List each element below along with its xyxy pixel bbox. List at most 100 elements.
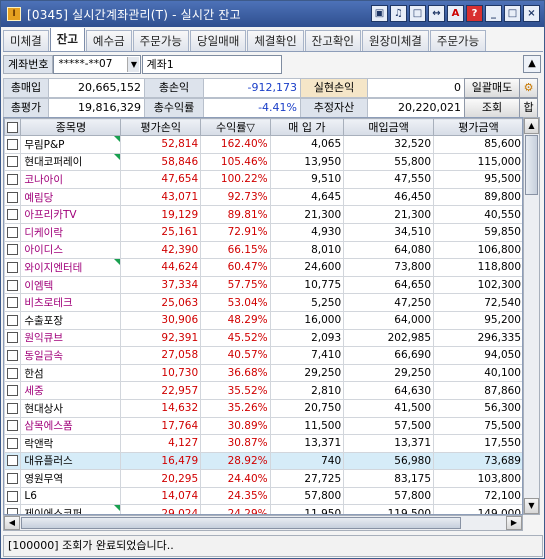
table-row[interactable]: 세중 22,957 35.52% 2,810 64,630 87,860 xyxy=(4,381,522,400)
table-row[interactable]: 현대코퍼레이 58,846 105.46% 13,950 55,800 115,000 xyxy=(4,152,522,172)
gear-icon[interactable]: ⚙ xyxy=(519,78,538,98)
table-row[interactable]: L6 14,074 24.35% 57,800 57,800 72,100 xyxy=(4,486,522,506)
select-all-checkbox[interactable] xyxy=(4,118,22,136)
tab-balance[interactable]: 잔고 xyxy=(49,28,85,51)
row-checkbox[interactable] xyxy=(4,222,22,242)
tab-orderable[interactable]: 주문가능 xyxy=(132,30,189,51)
table-row[interactable]: 영원무역 20,295 24.40% 27,725 83,175 103,800 xyxy=(4,469,522,488)
row-checkbox[interactable] xyxy=(4,469,22,488)
scroll-left-icon[interactable]: ◀ xyxy=(4,516,20,530)
sell-all-button[interactable]: 일괄매도 xyxy=(464,78,520,98)
table-row[interactable]: 이엠텍 37,334 57.75% 10,775 64,650 102,300 xyxy=(4,275,522,295)
row-checkbox[interactable] xyxy=(4,205,22,224)
profit-loss: 10,730 xyxy=(120,363,202,383)
row-checkbox[interactable] xyxy=(4,275,22,295)
summary-panel: 총매입 20,665,152 총손익 -912,173 실현손익 0 일괄매도 … xyxy=(3,78,543,118)
tab-unfilled[interactable]: 미체결 xyxy=(3,30,49,51)
tab-fill-check[interactable]: 체결확인 xyxy=(247,30,304,51)
return-rate: 92.73% xyxy=(200,187,271,207)
row-checkbox[interactable] xyxy=(4,486,22,506)
screen-icon[interactable]: □ xyxy=(409,5,426,22)
sum-button[interactable]: 합 xyxy=(519,98,538,118)
tab-daily-trade[interactable]: 당일매매 xyxy=(190,30,247,51)
row-checkbox[interactable] xyxy=(4,504,22,514)
table-row[interactable]: 원익큐브 92,391 45.52% 2,093 202,985 296,335 xyxy=(4,328,522,348)
vertical-scroll-thumb[interactable] xyxy=(525,135,538,195)
link-window-icon[interactable]: ▣ xyxy=(371,5,388,22)
table-row[interactable]: 코나아이 47,654 100.22% 9,510 47,550 95,500 xyxy=(4,170,522,189)
font-icon[interactable]: A xyxy=(447,5,464,22)
tab-ledger-unfilled[interactable]: 원장미체결 xyxy=(361,30,429,51)
query-button[interactable]: 조회 xyxy=(464,98,520,118)
tab-orderable-2[interactable]: 주문가능 xyxy=(429,30,487,51)
row-checkbox[interactable] xyxy=(4,293,22,312)
table-row[interactable]: 예림당 43,071 92.73% 4,645 46,450 89,800 xyxy=(4,187,522,207)
minimize-button[interactable]: _ xyxy=(485,5,502,22)
table-row[interactable]: 와이지엔터테 44,624 60.47% 24,600 73,800 118,800 xyxy=(4,258,522,277)
scroll-up-icon[interactable]: ▲ xyxy=(524,118,539,134)
table-row[interactable]: 락앤락 4,127 30.87% 13,371 13,371 17,550 xyxy=(4,434,522,453)
row-checkbox[interactable] xyxy=(4,346,22,365)
close-button[interactable]: × xyxy=(523,5,540,22)
row-checkbox[interactable] xyxy=(4,170,22,189)
col-pl[interactable]: 평가손익 xyxy=(120,118,202,136)
buy-amount: 64,630 xyxy=(343,381,435,400)
buy-amount: 64,650 xyxy=(343,275,435,295)
table-row[interactable]: 무림P&P 52,814 162.40% 4,065 32,520 85,600 xyxy=(4,135,522,154)
help-icon[interactable]: ? xyxy=(466,5,483,22)
buy-price: 24,600 xyxy=(269,258,345,277)
row-checkbox[interactable] xyxy=(4,240,22,260)
table-row[interactable]: 수출포장 30,906 48.29% 16,000 64,000 95,200 xyxy=(4,310,522,330)
col-buy-price[interactable]: 매 입 가 xyxy=(269,118,345,136)
row-checkbox[interactable] xyxy=(4,434,22,453)
total-pl-label: 총손익 xyxy=(144,78,204,98)
row-checkbox[interactable] xyxy=(4,363,22,383)
table-row[interactable]: 대유플러스 16,479 28.92% 740 56,980 73,689 xyxy=(4,451,522,471)
table-row[interactable]: 아프리카TV 19,129 89.81% 21,300 21,300 40,550 xyxy=(4,205,522,224)
col-eval-amount[interactable]: 평가금액 xyxy=(433,118,522,136)
col-rate[interactable]: 수익률▽ xyxy=(200,118,271,136)
row-checkbox[interactable] xyxy=(4,451,22,471)
vertical-scrollbar[interactable]: ▲ ▼ xyxy=(523,117,540,515)
row-checkbox[interactable] xyxy=(4,398,22,418)
col-name[interactable]: 종목명 xyxy=(20,118,122,136)
row-checkbox[interactable] xyxy=(4,187,22,207)
row-checkbox[interactable] xyxy=(4,328,22,348)
row-checkbox[interactable] xyxy=(4,381,22,400)
horizontal-scroll-thumb[interactable] xyxy=(21,517,461,529)
horizontal-scrollbar[interactable]: ◀ ▶ xyxy=(3,515,523,531)
buy-amount: 13,371 xyxy=(343,434,435,453)
scroll-right-icon[interactable]: ▶ xyxy=(506,516,522,530)
collapse-icon[interactable]: ▲ xyxy=(523,55,541,73)
return-rate: 24.29% xyxy=(200,504,271,514)
row-checkbox[interactable] xyxy=(4,258,22,277)
table-row[interactable]: 한섬 10,730 36.68% 29,250 29,250 40,100 xyxy=(4,363,522,383)
app-icon: I xyxy=(7,7,21,21)
row-checkbox[interactable] xyxy=(4,135,22,154)
tab-deposit[interactable]: 예수금 xyxy=(85,30,132,51)
eval-amount: 95,500 xyxy=(433,170,522,189)
buy-price: 21,300 xyxy=(269,205,345,224)
row-checkbox[interactable] xyxy=(4,416,22,436)
table-row[interactable]: 제이에스코퍼 29,024 24.29% 11,950 119,500 149,000 xyxy=(4,504,522,514)
row-checkbox[interactable] xyxy=(4,152,22,172)
table-row[interactable]: 동일금속 27,058 40.57% 7,410 66,690 94,050 xyxy=(4,346,522,365)
scroll-down-icon[interactable]: ▼ xyxy=(524,498,539,514)
table-row[interactable]: 삼목에스폼 17,764 30.89% 11,500 57,500 75,500 xyxy=(4,416,522,436)
col-buy-amount[interactable]: 매입금액 xyxy=(343,118,435,136)
table-row[interactable]: 아이디스 42,390 66.15% 8,010 64,080 106,800 xyxy=(4,240,522,260)
tab-balance-check[interactable]: 잔고확인 xyxy=(304,30,361,51)
resize-icon[interactable]: ↔ xyxy=(428,5,445,22)
table-row[interactable]: 현대상사 14,632 35.26% 20,750 41,500 56,300 xyxy=(4,398,522,418)
table-row[interactable]: 디케이락 25,161 72.91% 4,930 34,510 59,850 xyxy=(4,222,522,242)
maximize-button[interactable]: □ xyxy=(504,5,521,22)
account-number-select[interactable]: *****-**07 ▼ xyxy=(53,55,142,74)
return-rate: 30.89% xyxy=(200,416,271,436)
buy-price: 20,750 xyxy=(269,398,345,418)
title-bar[interactable]: I [0345] 실시간계좌관리(T) - 실시간 잔고 ▣ ♫ □ ↔ A ?… xyxy=(1,1,544,27)
stock-name: 디케이락 xyxy=(20,222,122,242)
table-row[interactable]: 비츠로테크 25,063 53.04% 5,250 47,250 72,540 xyxy=(4,293,522,312)
sound-icon[interactable]: ♫ xyxy=(390,5,407,22)
row-checkbox[interactable] xyxy=(4,310,22,330)
chevron-down-icon[interactable]: ▼ xyxy=(127,57,140,72)
